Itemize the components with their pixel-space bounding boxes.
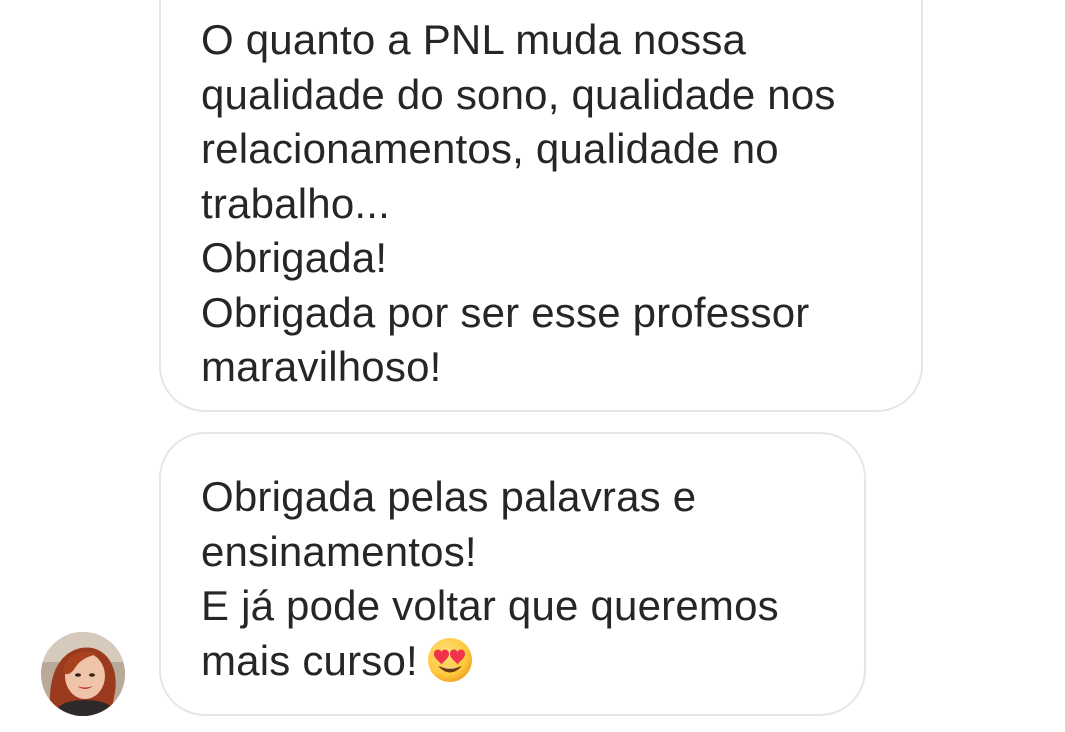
heart-eyes-emoji-icon: [426, 636, 474, 684]
message-line-text: mais curso!: [201, 636, 418, 684]
message-text: O quanto a PNL muda nossa qualidade do s…: [201, 13, 836, 395]
message-line: relacionamentos, qualidade no: [201, 125, 779, 172]
message-line: maravilhoso!: [201, 343, 442, 390]
message-line: mais curso!: [201, 634, 779, 689]
message-line: Obrigada por ser esse professor: [201, 288, 810, 336]
message-line: qualidade do sono, qualidade nos: [201, 70, 836, 118]
message-bubble-received[interactable]: Obrigada pelas palavras e ensinamentos! …: [159, 432, 866, 716]
message-line: trabalho...: [201, 179, 390, 227]
message-line: O quanto a PNL muda nossa: [201, 16, 747, 63]
avatar-photo: [41, 632, 125, 716]
sender-avatar[interactable]: [41, 632, 125, 716]
message-text: Obrigada pelas palavras e ensinamentos! …: [201, 470, 779, 688]
message-line: E já pode voltar que queremos: [201, 582, 779, 629]
message-line: ensinamentos!: [201, 527, 477, 575]
message-line: Obrigada!: [201, 234, 388, 281]
message-bubble-received[interactable]: O quanto a PNL muda nossa qualidade do s…: [159, 0, 923, 412]
message-line: Obrigada pelas palavras e: [201, 473, 697, 520]
